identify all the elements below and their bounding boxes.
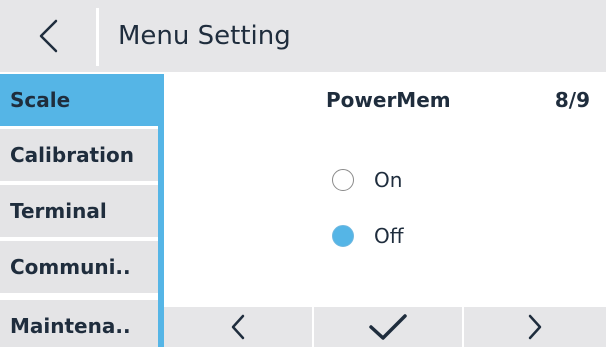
option-off-label: Off xyxy=(374,224,404,248)
sidebar-item-maintenance[interactable]: Maintena.. xyxy=(0,300,158,347)
back-button[interactable] xyxy=(0,0,96,72)
checkmark-icon xyxy=(369,314,407,340)
chevron-right-icon xyxy=(528,314,542,340)
sidebar-item-communication[interactable]: Communi.. xyxy=(0,241,158,293)
header-bar: Menu Setting xyxy=(0,0,606,74)
option-off[interactable]: Off xyxy=(332,221,404,251)
chevron-left-icon xyxy=(231,314,245,340)
option-on-label: On xyxy=(374,168,403,192)
next-page-button[interactable] xyxy=(464,307,606,347)
prev-page-button[interactable] xyxy=(164,307,312,347)
sidebar-item-calibration[interactable]: Calibration xyxy=(0,129,158,181)
sidebar-item-scale[interactable]: Scale xyxy=(0,74,158,126)
radio-on[interactable] xyxy=(332,169,354,191)
header-divider xyxy=(96,8,99,66)
confirm-button[interactable] xyxy=(314,307,462,347)
option-on[interactable]: On xyxy=(332,165,402,195)
page-title: Menu Setting xyxy=(118,21,291,51)
sidebar: Scale Calibration Terminal Communi.. Mai… xyxy=(0,74,158,347)
parameter-name: PowerMem xyxy=(326,88,451,112)
page-indicator: 8/9 xyxy=(554,88,590,112)
sidebar-item-terminal[interactable]: Terminal xyxy=(0,185,158,237)
chevron-left-icon xyxy=(39,19,58,53)
radio-off[interactable] xyxy=(332,225,354,247)
bottom-nav-bar xyxy=(164,304,606,347)
